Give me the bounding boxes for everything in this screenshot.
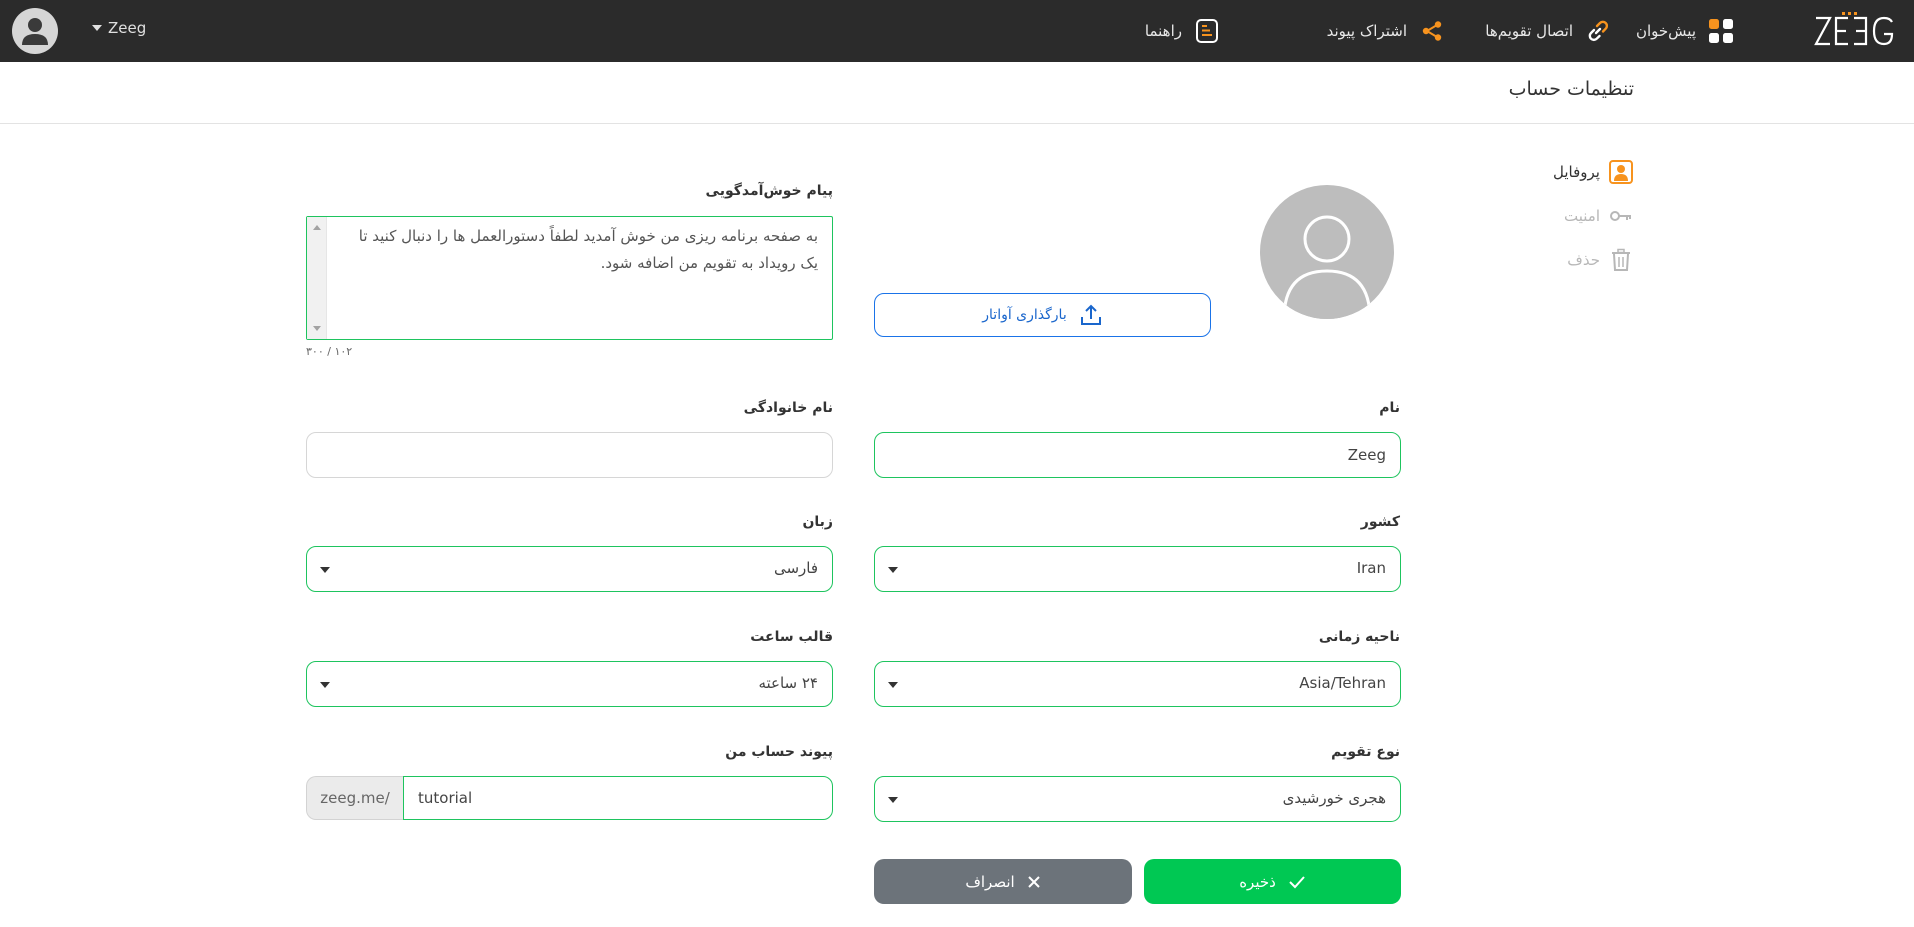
account-link-field[interactable] [403, 776, 833, 820]
time-format-label: قالب ساعت [750, 629, 833, 645]
sidebar-item-delete[interactable]: حذف [1504, 238, 1634, 282]
zeeg-logo[interactable] [1814, 12, 1896, 48]
nav-connect-calendars-label: اتصال تقویم‌ها [1485, 22, 1573, 40]
chevron-down-icon [888, 567, 898, 573]
help-document-icon [1196, 19, 1218, 43]
user-menu-dropdown[interactable]: Zeeg [92, 16, 146, 40]
country-value: Iran [1356, 559, 1386, 577]
nav-dashboard-label: پیش‌خوان [1635, 22, 1696, 40]
timezone-select[interactable]: Asia/Tehran [874, 661, 1401, 707]
save-button-label: ذخیره [1239, 872, 1276, 891]
welcome-message-counter: ۱۰۲ / ۳۰۰ [306, 345, 353, 358]
account-link-prefix: zeeg.me/ [306, 776, 403, 820]
sidebar-item-label: پروفایل [1553, 163, 1600, 181]
chevron-down-icon [320, 567, 330, 573]
nav-dashboard[interactable]: پیش‌خوان [1636, 16, 1734, 46]
user-avatar[interactable] [12, 8, 58, 54]
close-icon [1027, 875, 1040, 888]
country-label: کشور [1360, 514, 1400, 530]
profile-icon [1608, 159, 1634, 185]
save-button[interactable]: ذخیره [1144, 859, 1401, 904]
nav-help[interactable]: راهنما [1145, 16, 1220, 46]
calendar-type-select[interactable]: هجری خورشیدی [874, 776, 1401, 822]
first-name-label: نام [1379, 400, 1400, 416]
user-name: Zeeg [108, 19, 147, 37]
key-icon [1608, 203, 1634, 229]
country-select[interactable]: Iran [874, 546, 1401, 592]
user-icon [22, 18, 48, 45]
time-format-select[interactable]: ۲۴ ساعته [306, 661, 833, 707]
sidebar-item-label: حذف [1567, 251, 1600, 269]
link-icon [1588, 20, 1609, 42]
sidebar-item-security[interactable]: امنیت [1504, 194, 1634, 238]
timezone-value: Asia/Tehran [1299, 674, 1386, 692]
page-header: تنظیمات حساب [0, 62, 1914, 124]
calendar-type-value: هجری خورشیدی [1282, 789, 1386, 807]
check-icon [1289, 875, 1305, 888]
nav-connect-calendars[interactable]: اتصال تقویم‌ها [1485, 16, 1611, 46]
top-navigation-bar: پیش‌خوان اتصال تقویم‌ها اشتراک پیوند [0, 0, 1914, 62]
nav-help-label: راهنما [1144, 22, 1182, 40]
profile-avatar [1260, 185, 1394, 319]
scroll-down-icon[interactable] [313, 326, 321, 331]
cancel-button-label: انصراف [965, 872, 1015, 891]
cancel-button[interactable]: انصراف [874, 859, 1132, 904]
first-name-input[interactable] [875, 433, 1400, 477]
sidebar-item-label: امنیت [1564, 207, 1600, 225]
calendar-type-label: نوع تقویم [1331, 744, 1400, 760]
timezone-label: ناحیه زمانی [1318, 629, 1400, 645]
chevron-down-icon [320, 682, 330, 688]
welcome-message-label: پیام خوش‌آمدگویی [705, 183, 833, 199]
time-format-value: ۲۴ ساعته [758, 674, 818, 692]
welcome-message-textarea[interactable]: به صفحه برنامه ریزی من خوش آمدید لطفاً د… [306, 216, 833, 340]
account-link-input[interactable] [404, 777, 832, 819]
chevron-down-icon [888, 682, 898, 688]
first-name-field[interactable] [874, 432, 1401, 478]
last-name-input[interactable] [307, 433, 832, 477]
textarea-scrollbar[interactable] [307, 217, 327, 339]
page-title: تنظیمات حساب [1508, 78, 1634, 100]
last-name-field[interactable] [306, 432, 833, 478]
chevron-down-icon [888, 797, 898, 803]
avatar-placeholder-icon [1282, 215, 1372, 319]
nav-share-link[interactable]: اشتراک پیوند [1327, 16, 1445, 46]
upload-icon [1080, 304, 1101, 325]
last-name-label: نام خانوادگی [743, 400, 833, 416]
dashboard-grid-icon [1709, 19, 1733, 43]
upload-avatar-label: بارگذاری آواتار [982, 307, 1067, 323]
account-link-label: پیوند حساب من [725, 744, 833, 760]
share-icon [1422, 21, 1442, 41]
scroll-up-icon[interactable] [313, 225, 321, 230]
sidebar-item-profile[interactable]: پروفایل [1504, 150, 1634, 194]
language-label: زبان [802, 514, 833, 530]
welcome-message-text: به صفحه برنامه ریزی من خوش آمدید لطفاً د… [358, 227, 818, 272]
upload-avatar-button[interactable]: بارگذاری آواتار [874, 293, 1211, 337]
language-select[interactable]: فارسی [306, 546, 833, 592]
nav-share-link-label: اشتراک پیوند [1326, 22, 1407, 40]
language-value: فارسی [773, 559, 818, 577]
chevron-down-icon [92, 25, 102, 31]
trash-icon [1608, 247, 1634, 273]
settings-sidebar: پروفایل امنیت حذف [1504, 150, 1634, 282]
